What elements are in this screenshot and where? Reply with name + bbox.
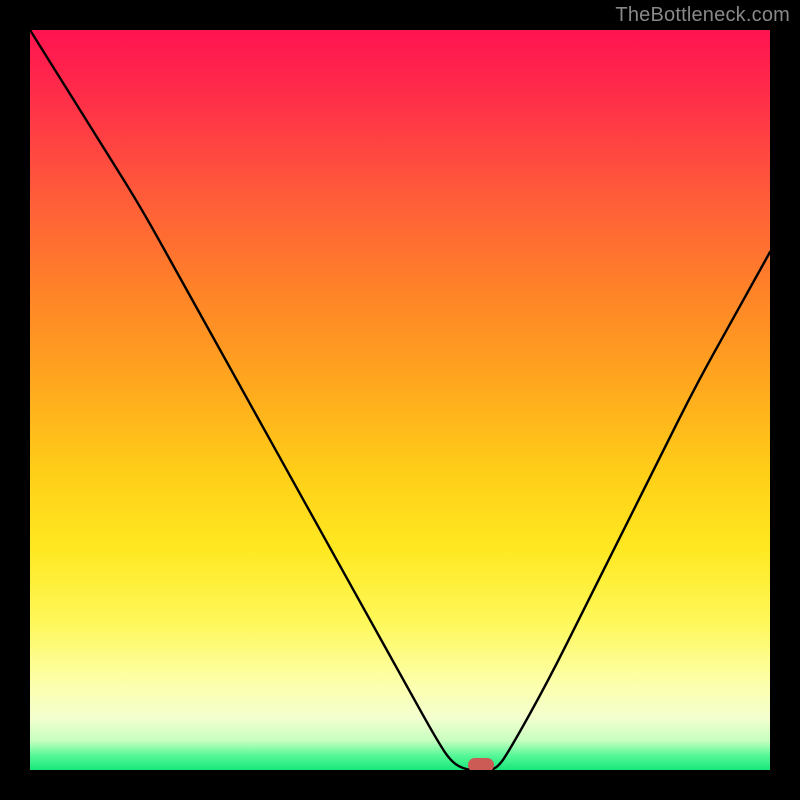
plot-area xyxy=(30,30,770,770)
attribution-label: TheBottleneck.com xyxy=(615,4,790,27)
bottleneck-curve-line xyxy=(30,30,770,770)
optimal-point-marker xyxy=(468,758,494,770)
curve-svg xyxy=(30,30,770,770)
chart-frame: TheBottleneck.com xyxy=(0,0,800,800)
